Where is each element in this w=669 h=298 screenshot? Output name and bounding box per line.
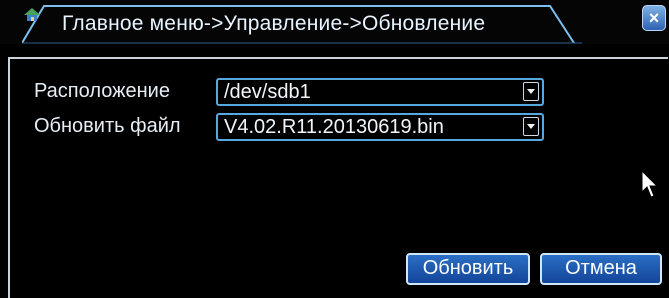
mouse-pointer-icon (641, 170, 659, 198)
title-tab: Главное меню->Управление->Обновление (22, 4, 582, 44)
chevron-down-icon[interactable] (523, 117, 539, 136)
cancel-button[interactable]: Отмена (540, 253, 662, 285)
location-select[interactable]: /dev/sdb1 (216, 78, 544, 106)
chevron-down-icon[interactable] (523, 82, 539, 101)
update-button[interactable]: Обновить (406, 253, 530, 285)
title-bar: Главное меню->Управление->Обновление × (0, 0, 669, 44)
location-value: /dev/sdb1 (224, 81, 311, 103)
update-file-label: Обновить файл (34, 115, 181, 137)
update-window: Главное меню->Управление->Обновление × Р… (0, 0, 669, 298)
location-label: Расположение (34, 80, 170, 102)
window-title: Главное меню->Управление->Обновление (62, 12, 486, 35)
close-button[interactable]: × (642, 5, 666, 31)
home-icon (24, 8, 40, 21)
update-file-select[interactable]: V4.02.R11.20130619.bin (216, 113, 544, 141)
update-file-value: V4.02.R11.20130619.bin (224, 116, 444, 138)
close-icon: × (648, 8, 660, 28)
